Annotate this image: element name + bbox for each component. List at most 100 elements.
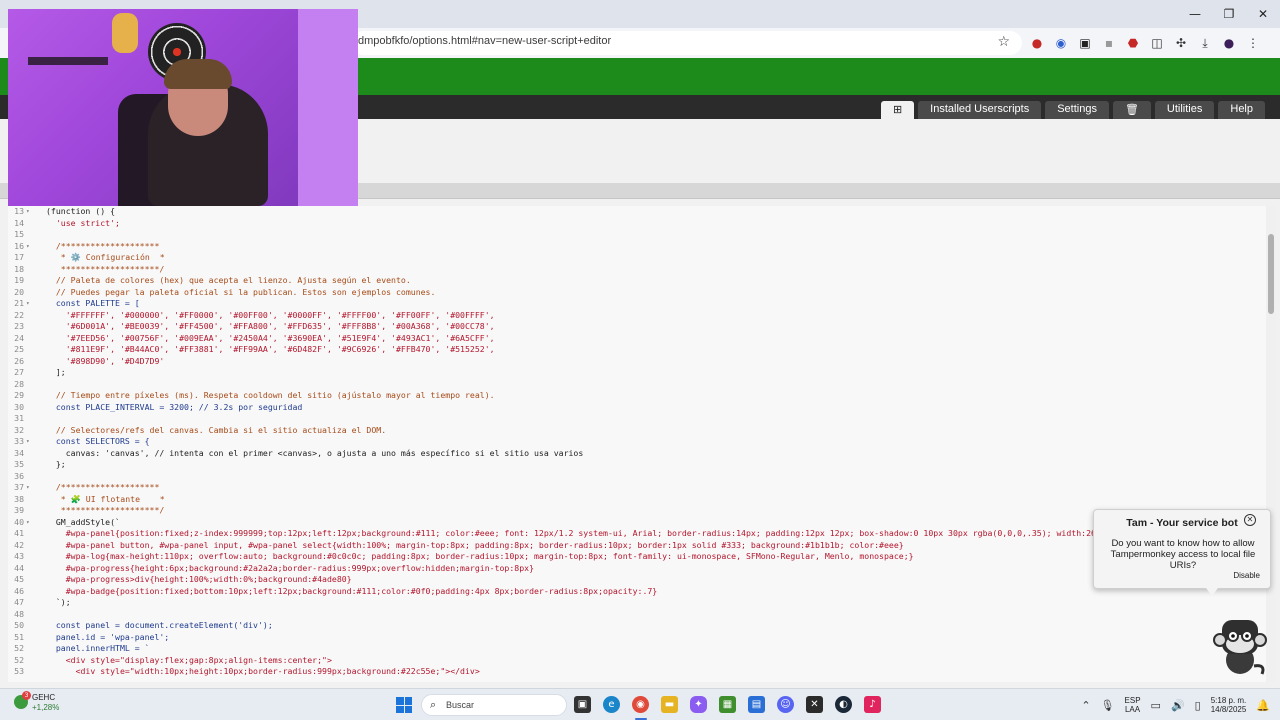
code-line[interactable]: 48 (8, 609, 1276, 621)
fold-arrow-icon[interactable]: ▾ (26, 436, 30, 448)
code-line[interactable]: 32 // Selectores/refs del canvas. Cambia… (8, 425, 1276, 437)
code-line[interactable]: 50 const panel = document.createElement(… (8, 620, 1276, 632)
code-line[interactable]: 14 'use strict'; (8, 218, 1276, 230)
restore-button[interactable]: ❐ (1212, 0, 1246, 28)
capture-extension-icon[interactable]: ◫ (1148, 34, 1166, 52)
code-line[interactable]: 28 (8, 379, 1276, 391)
code-line[interactable]: 17 * ⚙️ Configuración * (8, 252, 1276, 264)
code-line[interactable]: 53 <div style="width:10px;height:10px;bo… (8, 666, 1276, 678)
code-line[interactable]: 31 (8, 413, 1276, 425)
fold-arrow-icon[interactable]: ▾ (26, 517, 30, 529)
taskbar-search[interactable]: ⌕ Buscar (421, 694, 567, 716)
microphone-icon[interactable]: 🎙 (1101, 699, 1115, 712)
code-line[interactable]: 39 ********************/ (8, 505, 1276, 517)
task-view-icon[interactable]: ▣ (574, 696, 591, 713)
gray-extension-icon[interactable]: ▪ (1100, 34, 1118, 52)
code-line[interactable]: 21 ▾ const PALETTE = [ (8, 298, 1276, 310)
code-line[interactable]: 38 * 🧩 UI flotante * (8, 494, 1276, 506)
code-line[interactable]: 44 #wpa-progress{height:6px;background:#… (8, 563, 1276, 575)
adblock-extension-icon[interactable]: ⬣ (1124, 34, 1142, 52)
code-line[interactable]: 36 (8, 471, 1276, 483)
code-line[interactable]: 52 panel.innerHTML = ` (8, 643, 1276, 655)
code-line[interactable]: 15 (8, 229, 1276, 241)
tampermonkey-extension-icon[interactable]: ▣ (1076, 34, 1094, 52)
battery-icon[interactable]: ▯ (1195, 699, 1201, 712)
code-line[interactable]: 35 }; (8, 459, 1276, 471)
scrollbar-thumb[interactable] (1268, 234, 1274, 314)
code-line[interactable]: 51 panel.id = 'wpa-panel'; (8, 632, 1276, 644)
tab-new-script-icon[interactable]: ⊞ (880, 101, 915, 119)
puzzle-icon[interactable]: ✣ (1172, 34, 1190, 52)
close-window-button[interactable]: ✕ (1246, 0, 1280, 28)
fold-arrow-icon[interactable]: ▾ (26, 482, 30, 494)
code-line[interactable]: 41 #wpa-panel{position:fixed;z-index:999… (8, 528, 1276, 540)
code-line[interactable]: 29 // Tiempo entre píxeles (ms). Respeta… (8, 390, 1276, 402)
code-line[interactable]: 37 ▾ /******************** (8, 482, 1276, 494)
fold-arrow-icon[interactable]: ▾ (26, 206, 30, 218)
code-line[interactable]: 13 ▾ (function () { (8, 206, 1276, 218)
notification-bell-icon[interactable]: 🔔 (1256, 699, 1270, 712)
tab-trash-icon[interactable]: 🗑 (1112, 101, 1151, 119)
fold-arrow-icon[interactable]: ▾ (26, 241, 30, 253)
code-line[interactable]: 27 ]; (8, 367, 1276, 379)
line-number: 27 (14, 367, 24, 377)
code-line[interactable]: 30 const PLACE_INTERVAL = 3200; // 3.2s … (8, 402, 1276, 414)
tab-settings[interactable]: Settings (1045, 101, 1109, 119)
tam-bot-avatar-icon[interactable] (1212, 614, 1268, 678)
steam-icon[interactable]: ◐ (835, 696, 852, 713)
code-line[interactable]: 47 `); (8, 597, 1276, 609)
xbox-icon[interactable]: ✕ (806, 696, 823, 713)
tab-utilities[interactable]: Utilities (1154, 101, 1215, 119)
chrome-icon[interactable]: ◉ (632, 696, 649, 713)
copilot-icon[interactable]: ✦ (690, 696, 707, 713)
file-explorer-icon[interactable]: ▬ (661, 696, 678, 713)
blue-extension-icon[interactable]: ◉ (1052, 34, 1070, 52)
code-line[interactable]: 19 // Paleta de colores (hex) que acepta… (8, 275, 1276, 287)
code-line[interactable]: 25 '#811E9F', '#B44AC0', '#FF3881', '#FF… (8, 344, 1276, 356)
fold-arrow-icon[interactable]: ▾ (26, 298, 30, 310)
tab-installed-userscripts[interactable]: Installed Userscripts (918, 101, 1042, 119)
network-icon[interactable]: ▭ (1151, 699, 1161, 712)
code-line[interactable]: 22 '#FFFFFF', '#000000', '#FF0000', '#00… (8, 310, 1276, 322)
code-line[interactable]: 24 '#7EED56', '#00756F', '#009EAA', '#24… (8, 333, 1276, 345)
line-number: 41 (14, 528, 24, 538)
code-line[interactable]: 40 ▾ GM_addStyle(` (8, 517, 1276, 529)
edge-icon[interactable]: e (603, 696, 620, 713)
discord-icon[interactable]: ☺ (777, 696, 794, 713)
bot-disable-button[interactable]: Disable (1233, 571, 1260, 580)
windows-start-icon[interactable] (396, 697, 412, 713)
code-text: '#898D90', '#D4D7D9' (46, 355, 165, 366)
menu-icon[interactable]: ⋮ (1244, 34, 1262, 52)
url-field[interactable]: dmpobfkfo/options.html#nav=new-user-scri… (352, 31, 1022, 55)
line-number: 29 (14, 390, 24, 400)
code-line[interactable]: 23 '#6D001A', '#BE0039', '#FF4500', '#FF… (8, 321, 1276, 333)
download-icon[interactable]: ⤓ (1196, 34, 1214, 52)
chevron-up-icon[interactable]: ⌃ (1081, 699, 1090, 712)
code-editor[interactable]: 13 ▾ (function () {14 'use strict'; 15 16 ▾ /… (8, 206, 1276, 682)
code-line[interactable]: 43 #wpa-log{max-height:110px; overflow:a… (8, 551, 1276, 563)
language-indicator[interactable]: ESP LAA (1125, 696, 1141, 714)
store-icon[interactable]: ▤ (748, 696, 765, 713)
tiktok-icon[interactable]: ♪ (864, 696, 881, 713)
code-line[interactable]: 20 // Puedes pegar la paleta oficial si … (8, 287, 1276, 299)
profile-avatar[interactable]: ● (1220, 34, 1238, 52)
code-line[interactable]: 42 #wpa-panel button, #wpa-panel input, … (8, 540, 1276, 552)
red-extension-icon[interactable]: ● (1028, 34, 1046, 52)
code-line[interactable]: 52 <div style="display:flex;gap:8px;alig… (8, 655, 1276, 667)
minecraft-icon[interactable]: ▦ (719, 696, 736, 713)
tab-help[interactable]: Help (1218, 101, 1265, 119)
code-line[interactable]: 34 canvas: 'canvas', // intenta con el p… (8, 448, 1276, 460)
bookmark-star-icon[interactable]: ☆ (997, 34, 1010, 50)
code-line[interactable]: 45 #wpa-progress>div{height:100%;width:0… (8, 574, 1276, 586)
code-line[interactable]: 18 ********************/ (8, 264, 1276, 276)
editor-scrollbar[interactable] (1266, 206, 1276, 682)
close-icon[interactable]: ✕ (1244, 514, 1256, 526)
code-line[interactable]: 46 #wpa-badge{position:fixed;bottom:10px… (8, 586, 1276, 598)
code-line[interactable]: 16 ▾ /******************** (8, 241, 1276, 253)
code-line[interactable]: 33 ▾ const SELECTORS = { (8, 436, 1276, 448)
code-line[interactable]: 26 '#898D90', '#D4D7D9' (8, 356, 1276, 368)
minimize-button[interactable]: — (1178, 0, 1212, 28)
clock[interactable]: 5:18 p. m. 14/8/2025 (1211, 696, 1247, 714)
volume-icon[interactable]: 🔊 (1171, 699, 1185, 712)
weather-widget[interactable]: 3 GEHC +1,28% (14, 691, 59, 713)
